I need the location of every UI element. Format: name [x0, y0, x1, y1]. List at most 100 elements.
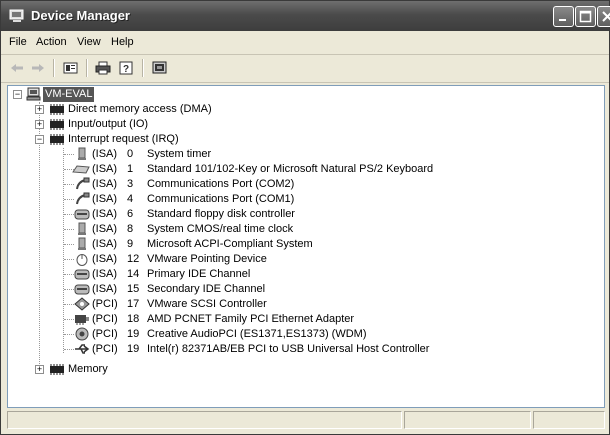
irq-row[interactable]: (ISA) 8 System CMOS/real time clock: [8, 222, 604, 237]
irq-number: 15: [127, 283, 140, 295]
irq-bus: (PCI): [92, 313, 118, 325]
irq-row[interactable]: (ISA) 12 VMware Pointing Device: [8, 252, 604, 267]
resource-icon: [49, 363, 65, 377]
properties-icon[interactable]: [61, 59, 81, 77]
irq-device: Standard 101/102-Key or Microsoft Natura…: [147, 163, 434, 175]
irq-device: VMware Pointing Device: [147, 253, 267, 265]
system-device-icon: [74, 237, 90, 251]
irq-bus: (ISA): [92, 208, 118, 220]
computer-icon: [26, 87, 42, 101]
irq-row[interactable]: (ISA) 1 Standard 101/102-Key or Microsof…: [8, 162, 604, 177]
irq-number: 1: [127, 163, 134, 175]
status-panel: [533, 411, 605, 429]
status-bar: [7, 411, 605, 429]
menu-action[interactable]: Action: [36, 36, 67, 48]
irq-number: 3: [127, 178, 134, 190]
irq-number: 6: [127, 208, 134, 220]
irq-row[interactable]: (PCI) 18 AMD PCNET Family PCI Ethernet A…: [8, 312, 604, 327]
tree-category-irq[interactable]: − Interrupt request (IRQ): [8, 132, 604, 147]
irq-row[interactable]: (PCI) 19 Creative AudioPCI (ES1371,ES137…: [8, 327, 604, 342]
toolbar: ?: [1, 55, 609, 83]
irq-row[interactable]: (PCI) 17 VMware SCSI Controller: [8, 297, 604, 312]
irq-number: 17: [127, 298, 140, 310]
resource-icon: [49, 118, 65, 132]
mouse-icon: [74, 252, 90, 266]
irq-row[interactable]: (ISA) 4 Communications Port (COM1): [8, 192, 604, 207]
tree-category-label: Direct memory access (DMA): [68, 103, 212, 115]
irq-device: VMware SCSI Controller: [147, 298, 267, 310]
usb-icon: [74, 342, 90, 356]
menu-bar: File Action View Help: [1, 31, 609, 55]
minimize-button[interactable]: [553, 6, 574, 27]
irq-bus: (ISA): [92, 268, 118, 280]
status-panel: [7, 411, 402, 429]
irq-device: Secondary IDE Channel: [147, 283, 266, 295]
expand-toggle[interactable]: +: [35, 120, 44, 129]
ide-controller-icon: [74, 282, 90, 296]
irq-bus: (ISA): [92, 193, 118, 205]
scan-hardware-icon[interactable]: [150, 59, 170, 77]
tree-category-label: Input/output (IO): [68, 118, 149, 130]
tree-root-row[interactable]: − VM-EVAL: [8, 87, 604, 102]
irq-device: System CMOS/real time clock: [147, 223, 294, 235]
title-bar[interactable]: Device Manager: [1, 1, 610, 31]
ide-controller-icon: [74, 267, 90, 281]
help-icon[interactable]: ?: [117, 59, 137, 77]
irq-row[interactable]: (ISA) 0 System timer: [8, 147, 604, 162]
maximize-button[interactable]: [575, 6, 596, 27]
irq-bus: (ISA): [92, 223, 118, 235]
resource-icon: [49, 103, 65, 117]
tree-category-label: Memory: [68, 363, 108, 375]
irq-number: 12: [127, 253, 140, 265]
print-icon[interactable]: [93, 59, 113, 77]
irq-row[interactable]: (ISA) 15 Secondary IDE Channel: [8, 282, 604, 297]
irq-bus: (ISA): [92, 148, 118, 160]
irq-number: 14: [127, 268, 140, 280]
irq-row[interactable]: (PCI) 19 Intel(r) 82371AB/EB PCI to USB …: [8, 342, 604, 357]
irq-number: 4: [127, 193, 134, 205]
close-button[interactable]: [597, 6, 610, 27]
tree-category-io[interactable]: + Input/output (IO): [8, 117, 604, 132]
collapse-toggle[interactable]: −: [13, 90, 22, 99]
tree-root-label: VM-EVAL: [43, 87, 95, 102]
irq-device: System timer: [147, 148, 212, 160]
collapse-toggle[interactable]: −: [35, 135, 44, 144]
irq-number: 0: [127, 148, 134, 160]
device-manager-icon: [9, 8, 25, 24]
menu-file[interactable]: File: [9, 36, 27, 48]
sound-icon: [74, 327, 90, 341]
network-adapter-icon: [74, 312, 90, 326]
irq-device: Communications Port (COM1): [147, 193, 295, 205]
tree-category-memory[interactable]: + Memory: [8, 362, 604, 377]
irq-bus: (PCI): [92, 328, 118, 340]
status-panel: [404, 411, 531, 429]
forward-icon[interactable]: [28, 59, 48, 77]
irq-device: AMD PCNET Family PCI Ethernet Adapter: [147, 313, 355, 325]
menu-view[interactable]: View: [77, 36, 101, 48]
expand-toggle[interactable]: +: [35, 365, 44, 374]
irq-device: Intel(r) 82371AB/EB PCI to USB Universal…: [147, 343, 430, 355]
port-icon: [74, 192, 90, 206]
port-icon: [74, 177, 90, 191]
device-tree[interactable]: − VM-EVAL + Direct memory access (DMA) +…: [7, 85, 605, 408]
system-device-icon: [74, 147, 90, 161]
tree-category-dma[interactable]: + Direct memory access (DMA): [8, 102, 604, 117]
expand-toggle[interactable]: +: [35, 105, 44, 114]
floppy-controller-icon: [74, 207, 90, 221]
system-device-icon: [74, 222, 90, 236]
irq-row[interactable]: (ISA) 9 Microsoft ACPI-Compliant System: [8, 237, 604, 252]
irq-number: 8: [127, 223, 134, 235]
irq-number: 19: [127, 328, 140, 340]
irq-row[interactable]: (ISA) 3 Communications Port (COM2): [8, 177, 604, 192]
keyboard-icon: [72, 163, 90, 177]
irq-number: 9: [127, 238, 134, 250]
irq-row[interactable]: (ISA) 6 Standard floppy disk controller: [8, 207, 604, 222]
irq-bus: (PCI): [92, 343, 118, 355]
irq-row[interactable]: (ISA) 14 Primary IDE Channel: [8, 267, 604, 282]
irq-device: Primary IDE Channel: [147, 268, 251, 280]
svg-text:?: ?: [123, 64, 129, 75]
menu-help[interactable]: Help: [111, 36, 134, 48]
irq-device: Communications Port (COM2): [147, 178, 295, 190]
irq-number: 18: [127, 313, 140, 325]
back-icon[interactable]: [7, 59, 27, 77]
